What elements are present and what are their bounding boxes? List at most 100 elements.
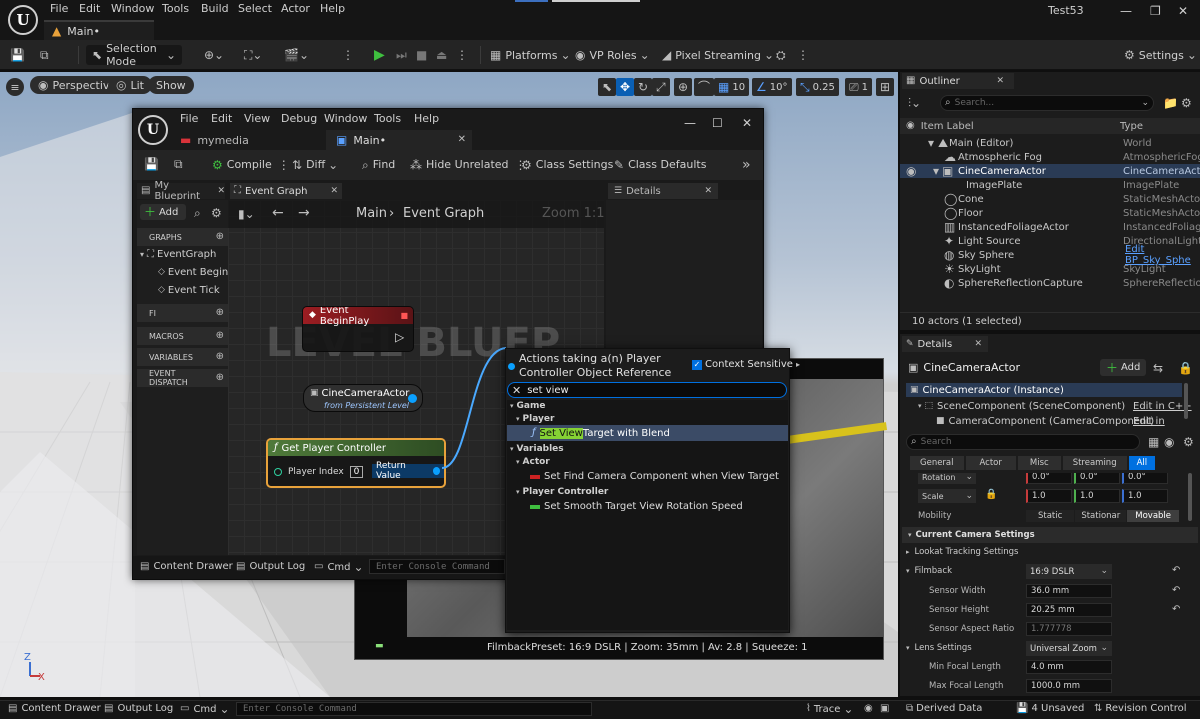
- menu-select[interactable]: Select: [238, 2, 272, 16]
- platforms-dropdown[interactable]: ▦ Platforms ⌄: [490, 45, 571, 65]
- compile-button[interactable]: ⚙ Compile ⋮: [212, 158, 290, 171]
- rotate-tool-icon[interactable]: ↻: [634, 78, 653, 96]
- scale-y-field[interactable]: 1.0: [1074, 489, 1120, 503]
- action-set-view-target-with-blend[interactable]: ƒ Set View Target with Blend: [507, 425, 788, 441]
- rotation-x-field[interactable]: 0.0°: [1026, 473, 1072, 484]
- find-button[interactable]: ⌕ Find: [362, 158, 395, 171]
- my-blueprint-tab[interactable]: ▤ My Blueprint ✕: [137, 180, 225, 202]
- event-graph-item[interactable]: ▾ ⛶ EventGraph: [140, 249, 216, 260]
- hide-unrelated-button[interactable]: ⁂ Hide Unrelated ⋮: [410, 158, 527, 171]
- filter-icon[interactable]: ⫶⌄: [908, 97, 921, 109]
- reset-icon[interactable]: ↶: [1172, 605, 1180, 615]
- class-settings-button[interactable]: ⚙ Class Settings: [521, 158, 613, 171]
- table-row[interactable]: ◍ Sky Sphere Edit BP_Sky_Sphe: [900, 244, 1200, 266]
- outliner-col-label[interactable]: Item Label: [921, 121, 974, 132]
- variables-section[interactable]: VARIABLES ⊕: [137, 348, 228, 366]
- minimize-icon[interactable]: —: [1120, 4, 1140, 18]
- world-local-icon[interactable]: ⊕: [674, 78, 693, 96]
- filter-actor[interactable]: Actor: [965, 456, 1016, 470]
- eject-icon[interactable]: ⏏: [436, 45, 447, 65]
- table-row[interactable]: ▥InstancedFoliageActor InstancedFoliageA: [900, 220, 1200, 234]
- diff-button[interactable]: ⇅ Diff ⌄: [292, 158, 338, 171]
- menu-edit[interactable]: Edit: [79, 2, 100, 16]
- scene-component-row[interactable]: ▾ ⬚ SceneComponent (SceneComponent): [918, 401, 1125, 412]
- filter-all[interactable]: All: [1128, 456, 1156, 470]
- menu-tools[interactable]: Tools: [162, 2, 189, 16]
- menu-file[interactable]: File: [50, 2, 68, 16]
- reset-icon[interactable]: ↶: [1172, 566, 1180, 576]
- filter-streaming[interactable]: Streaming: [1062, 456, 1127, 470]
- bp-minimize-icon[interactable]: —: [684, 116, 704, 130]
- play-icon[interactable]: ▶: [374, 45, 385, 65]
- gear-icon[interactable]: ⚙: [211, 207, 222, 219]
- lock-icon[interactable]: 🔒: [985, 490, 997, 500]
- filter-general[interactable]: General: [910, 456, 964, 470]
- viewport-menu-icon[interactable]: ≡: [6, 78, 24, 96]
- camera-component-edit-link[interactable]: Edit in C++: [1133, 416, 1182, 427]
- actions-search-input[interactable]: ✕ set view: [507, 382, 787, 398]
- cine-camera-actor-node[interactable]: ▣ CineCameraActor from Persistent Level: [303, 384, 423, 412]
- vp-roles-dropdown[interactable]: ◉ VP Roles ⌄: [575, 45, 650, 65]
- table-row[interactable]: ☁ Atmospheric Fog AtmosphericFog: [900, 150, 1200, 164]
- camera-speed-button[interactable]: ⎚ 1: [845, 78, 872, 96]
- step-icon[interactable]: ⏭: [396, 45, 407, 65]
- menu-actor[interactable]: Actor: [281, 2, 310, 16]
- bp-unreal-logo-icon[interactable]: U: [138, 115, 168, 145]
- add-button[interactable]: ＋ Add: [140, 204, 186, 220]
- angle-snap-button[interactable]: ∠ 10°: [752, 78, 792, 96]
- trace-dropdown[interactable]: ⌇ Trace ⌄: [806, 703, 853, 715]
- unreal-logo-icon[interactable]: U: [8, 5, 38, 35]
- bookmark-icon[interactable]: ▮⌄: [238, 208, 255, 220]
- bp-menu-file[interactable]: File: [180, 112, 198, 126]
- bp-content-drawer-button[interactable]: ▤ Content Drawer: [140, 561, 233, 572]
- forward-arrow-icon[interactable]: →: [298, 206, 310, 220]
- category-variables[interactable]: ▾ Variables: [510, 444, 564, 454]
- menu-build[interactable]: Build: [201, 2, 229, 16]
- scale-x-field[interactable]: 1.0: [1026, 489, 1072, 503]
- search-icon[interactable]: ⌕: [194, 207, 201, 219]
- get-player-controller-node[interactable]: ƒ Get Player Controller Player Index 0 Re…: [266, 438, 446, 488]
- filter-misc[interactable]: Misc: [1017, 456, 1061, 470]
- more-icon-2[interactable]: ⋮: [456, 45, 468, 65]
- close-icon[interactable]: ✕: [1178, 4, 1198, 18]
- maximize-viewport-icon[interactable]: ⊞: [876, 78, 895, 96]
- derived-data-button[interactable]: ⧉ Derived Data: [906, 703, 982, 714]
- max-focal-length-field[interactable]: 1000.0 mm: [1026, 679, 1112, 693]
- category-player[interactable]: ▾ Player: [516, 414, 554, 424]
- table-row[interactable]: ◯ Cone StaticMeshActor: [900, 192, 1200, 206]
- add-content-button[interactable]: ⊕⌄: [204, 45, 224, 65]
- details-add-button[interactable]: ＋ Add: [1100, 359, 1146, 376]
- scale-z-field[interactable]: 1.0: [1122, 489, 1168, 503]
- bp-output-log-button[interactable]: ▤ Output Log: [236, 561, 305, 572]
- back-arrow-icon[interactable]: ←: [272, 206, 284, 220]
- selection-mode-dropdown[interactable]: ⬉ Selection Mode ⌄: [86, 42, 182, 68]
- action-set-find-camera-component[interactable]: Set Find Camera Component when View Targ…: [530, 471, 779, 482]
- camera-component-row[interactable]: ■ CameraComponent (CameraComponent): [936, 416, 1154, 427]
- event-dispatchers-section[interactable]: EVENT DISPATCH ⊕: [137, 369, 228, 387]
- bp-console-input[interactable]: Enter Console Command: [369, 559, 505, 574]
- bp-browse-icon[interactable]: ⧉: [174, 158, 183, 170]
- show-button[interactable]: Show: [148, 76, 194, 94]
- scale-snap-button[interactable]: ⤡ 0.25: [796, 78, 839, 96]
- bp-menu-view[interactable]: View: [244, 112, 270, 126]
- sensor-width-field[interactable]: 36.0 mm: [1026, 584, 1112, 598]
- filmback-dropdown[interactable]: 16:9 DSLR ⌄: [1026, 564, 1112, 579]
- player-index-value[interactable]: 0: [349, 466, 364, 478]
- blueprint-script-icon[interactable]: ⇆: [1153, 362, 1163, 374]
- lens-settings-row[interactable]: ▾ Lens Settings: [906, 643, 972, 653]
- event-tick-item[interactable]: ◇ Event Tick: [158, 285, 220, 296]
- more-icon-3[interactable]: ⋮: [797, 45, 809, 65]
- revision-control-button[interactable]: ⇅ Revision Control: [1094, 703, 1187, 714]
- functions-section[interactable]: FI ⊕: [137, 304, 228, 322]
- scale-tool-icon[interactable]: ⤢: [652, 78, 670, 96]
- rotation-z-field[interactable]: 0.0°: [1122, 473, 1168, 484]
- lit-button[interactable]: ◎ Lit: [108, 76, 152, 94]
- eye-icon[interactable]: ◉: [1164, 436, 1174, 448]
- content-drawer-button[interactable]: ▤ Content Drawer: [8, 703, 101, 714]
- lookat-tracking-section[interactable]: ▸ Lookat Tracking Settings: [906, 547, 1018, 557]
- bp-save-icon[interactable]: 💾: [144, 158, 159, 170]
- graphs-section[interactable]: GRAPHS ⊕: [137, 228, 228, 246]
- cinematics-button[interactable]: 🎬⌄: [284, 45, 309, 65]
- table-row[interactable]: ◉▾▣CineCameraActorCineCameraActor: [900, 164, 1200, 178]
- bp-menu-edit[interactable]: Edit: [211, 112, 232, 126]
